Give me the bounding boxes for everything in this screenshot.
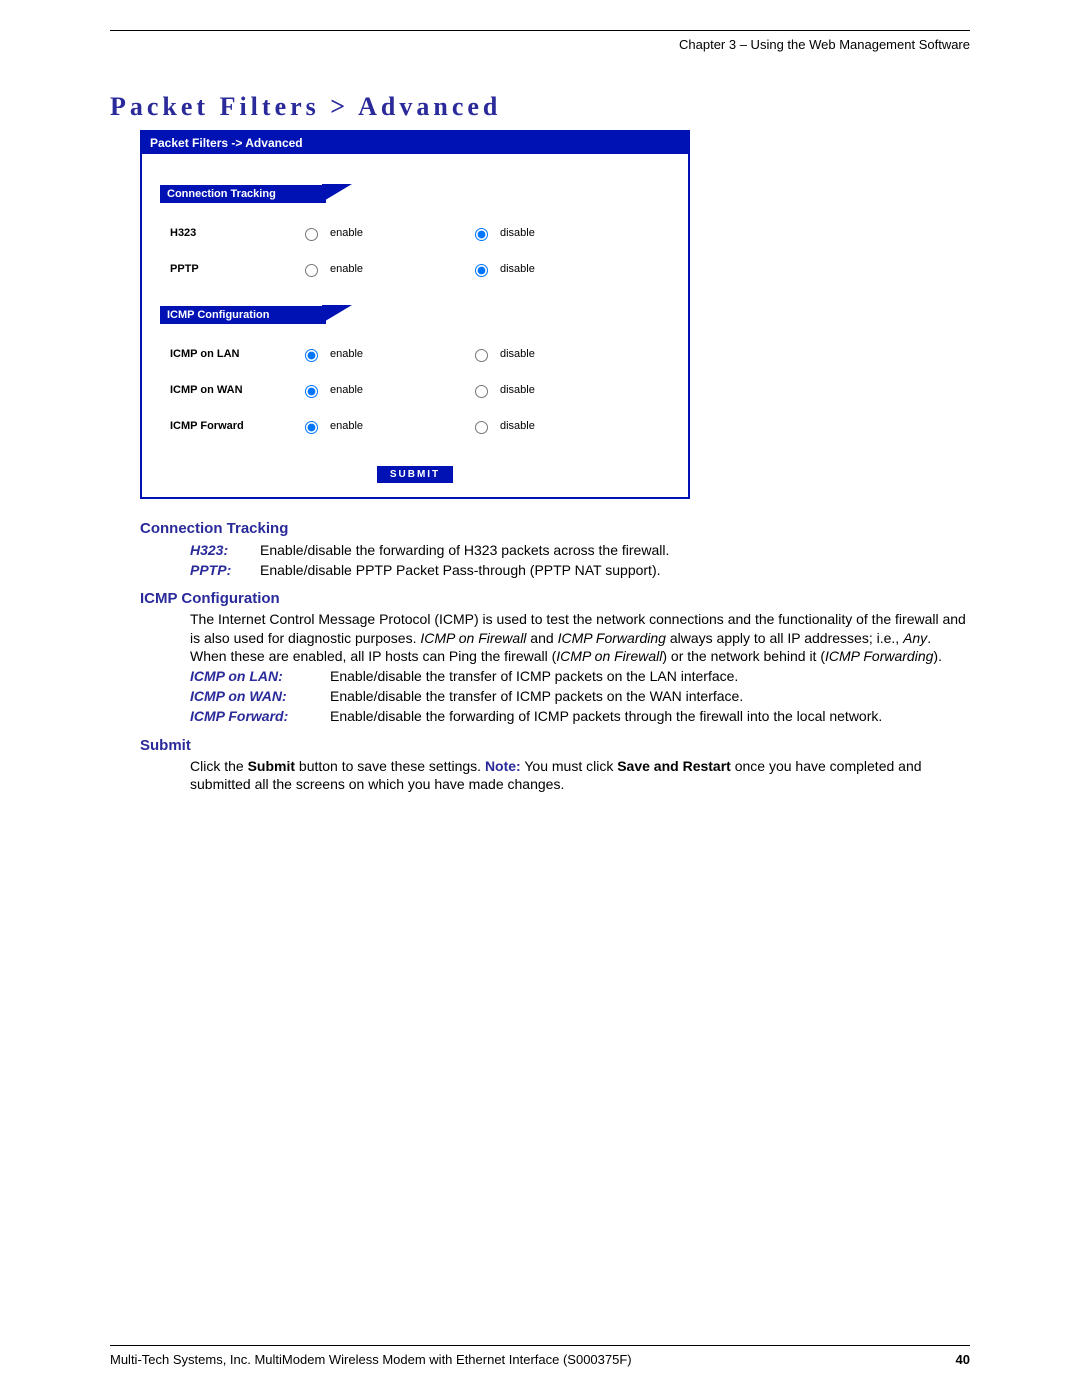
chapter-header: Chapter 3 – Using the Web Management Sof… xyxy=(110,37,970,52)
icmp-intro-paragraph: The Internet Control Message Protocol (I… xyxy=(190,610,970,665)
def-icmp-forward: ICMP Forward: Enable/disable the forward… xyxy=(190,707,970,725)
row-h323: H323 enable disable xyxy=(160,215,670,251)
row-pptp: PPTP enable disable xyxy=(160,251,670,287)
heading-connection-tracking: Connection Tracking xyxy=(140,519,970,539)
icmp-wan-disable-radio[interactable] xyxy=(475,385,488,398)
row-icmp-forward: ICMP Forward enable disable xyxy=(160,408,670,444)
section-connection-tracking: Connection Tracking xyxy=(160,184,670,203)
def-icmp-lan: ICMP on LAN: Enable/disable the transfer… xyxy=(190,667,970,685)
icmp-lan-enable-radio[interactable] xyxy=(305,349,318,362)
page-footer: Multi-Tech Systems, Inc. MultiModem Wire… xyxy=(110,1345,970,1367)
heading-icmp-config: ICMP Configuration xyxy=(140,589,970,609)
row-icmp-lan: ICMP on LAN enable disable xyxy=(160,336,670,372)
def-h323: H323: Enable/disable the forwarding of H… xyxy=(190,541,970,559)
submit-paragraph: Click the Submit button to save these se… xyxy=(190,757,970,793)
pptp-enable-radio[interactable] xyxy=(305,264,318,277)
icmp-forward-disable-radio[interactable] xyxy=(475,421,488,434)
def-icmp-wan: ICMP on WAN: Enable/disable the transfer… xyxy=(190,687,970,705)
documentation-body: Connection Tracking H323: Enable/disable… xyxy=(140,519,970,793)
page-title: Packet Filters > Advanced xyxy=(110,92,970,122)
icmp-lan-disable-radio[interactable] xyxy=(475,349,488,362)
section-icmp-config: ICMP Configuration xyxy=(160,305,670,324)
config-panel: Packet Filters -> Advanced Connection Tr… xyxy=(140,130,690,499)
icmp-forward-enable-radio[interactable] xyxy=(305,421,318,434)
pptp-disable-radio[interactable] xyxy=(475,264,488,277)
footer-text: Multi-Tech Systems, Inc. MultiModem Wire… xyxy=(110,1352,632,1367)
heading-submit: Submit xyxy=(140,736,970,756)
panel-breadcrumb: Packet Filters -> Advanced xyxy=(142,132,688,154)
def-pptp: PPTP: Enable/disable PPTP Packet Pass-th… xyxy=(190,561,970,579)
h323-disable-radio[interactable] xyxy=(475,228,488,241)
row-icmp-wan: ICMP on WAN enable disable xyxy=(160,372,670,408)
icmp-wan-enable-radio[interactable] xyxy=(305,385,318,398)
submit-button[interactable]: SUBMIT xyxy=(377,466,453,483)
page-number: 40 xyxy=(956,1352,970,1367)
h323-enable-radio[interactable] xyxy=(305,228,318,241)
